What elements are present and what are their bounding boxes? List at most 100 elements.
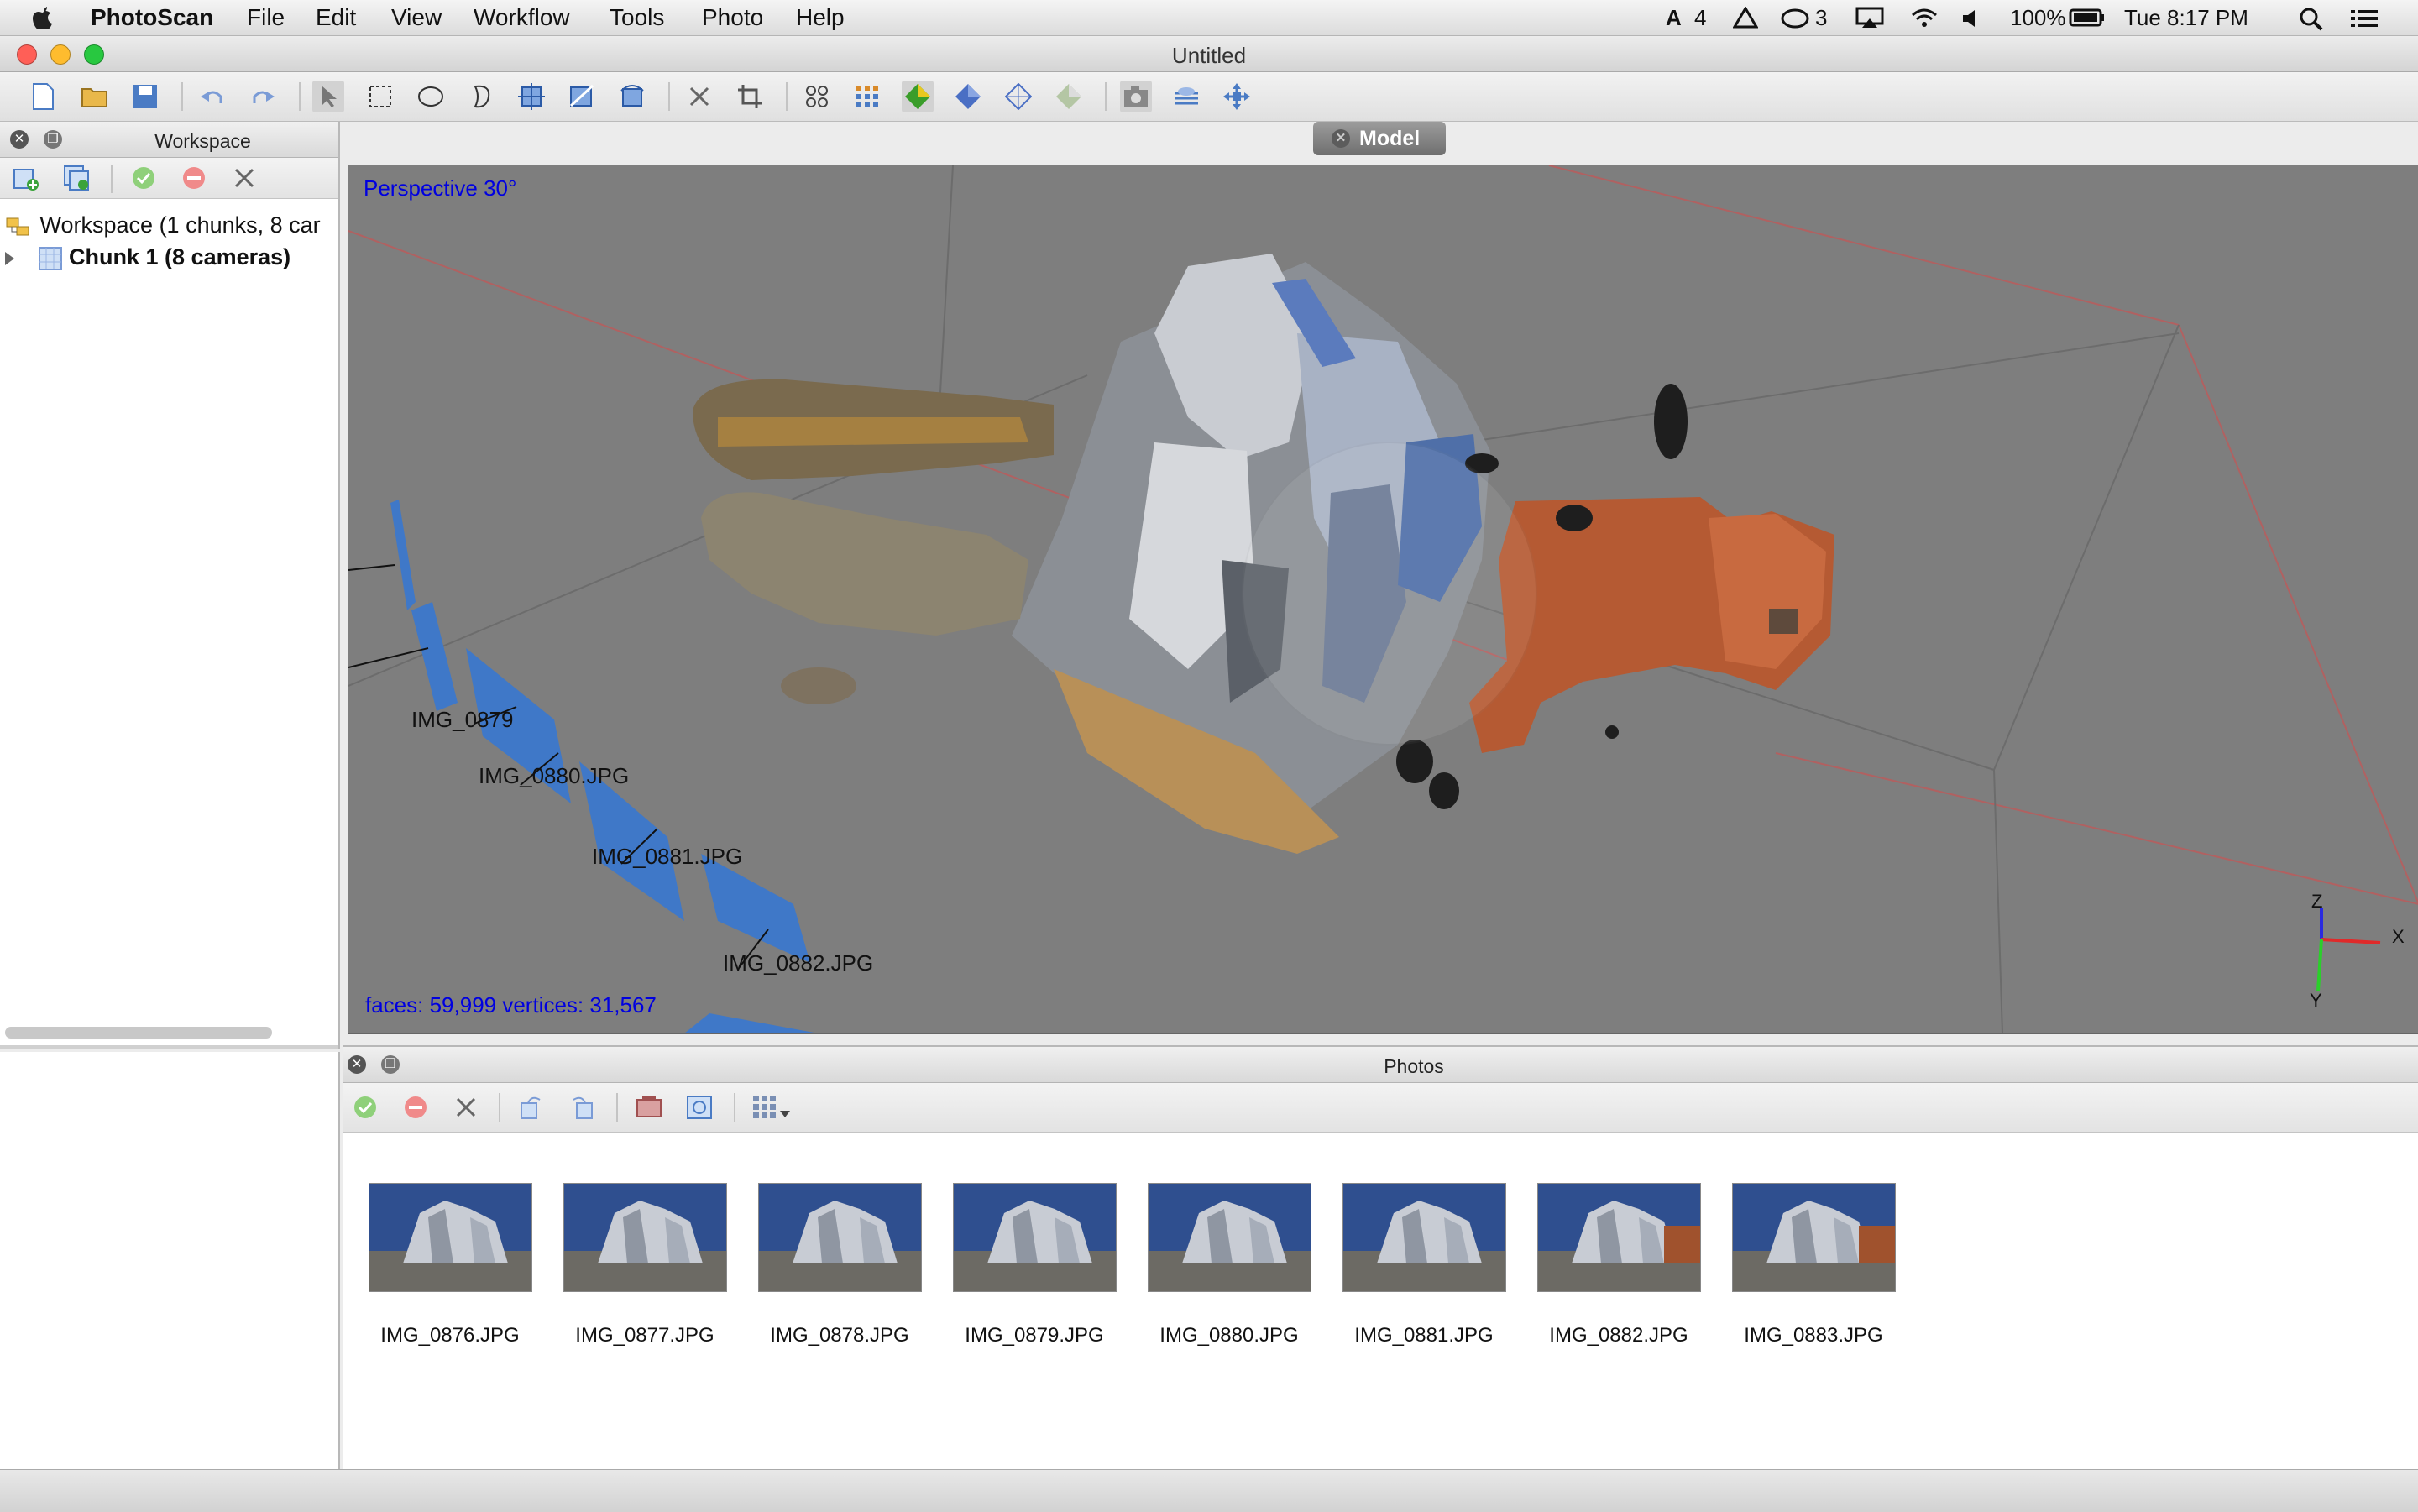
camera-icon[interactable] bbox=[1120, 81, 1152, 112]
photo-thumbnail[interactable] bbox=[1732, 1183, 1896, 1292]
view-mode-icon[interactable] bbox=[749, 1091, 799, 1123]
photo-filename: IMG_0877.JPG bbox=[575, 1324, 714, 1347]
delete-icon[interactable] bbox=[683, 81, 715, 112]
ground-plane-icon[interactable] bbox=[1170, 81, 1202, 112]
menu-photo[interactable]: Photo bbox=[702, 3, 763, 32]
photo-filename: IMG_0882.JPG bbox=[1549, 1324, 1688, 1347]
mask-icon[interactable] bbox=[633, 1091, 665, 1123]
photo-thumbnail[interactable] bbox=[758, 1183, 922, 1292]
menu-file[interactable]: File bbox=[247, 3, 285, 32]
points-icon[interactable] bbox=[801, 81, 833, 112]
new-icon[interactable] bbox=[27, 81, 59, 112]
apple-icon[interactable] bbox=[30, 3, 55, 32]
model-tab-close-icon[interactable]: ✕ bbox=[1332, 129, 1350, 148]
photo-thumbnail[interactable] bbox=[1537, 1183, 1701, 1292]
wireframe-icon[interactable] bbox=[1002, 81, 1034, 112]
pointer-icon[interactable] bbox=[312, 81, 344, 112]
move-region-icon[interactable] bbox=[516, 81, 547, 112]
drive-icon[interactable] bbox=[1733, 7, 1758, 35]
adobe-icon[interactable]: A bbox=[1666, 3, 1682, 32]
photo-thumbnail[interactable] bbox=[1148, 1183, 1311, 1292]
perspective-label: Perspective 30° bbox=[364, 175, 517, 201]
photo-filename: IMG_0881.JPG bbox=[1354, 1324, 1494, 1347]
shaded-model-icon[interactable] bbox=[902, 81, 934, 112]
camera-label[interactable]: IMG_0879 bbox=[411, 707, 513, 733]
textured-icon[interactable] bbox=[1053, 81, 1085, 112]
menu-clock[interactable]: Tue 8:17 PM bbox=[2124, 3, 2248, 32]
add-photos-icon[interactable] bbox=[60, 162, 92, 194]
battery-icon[interactable] bbox=[2069, 8, 2106, 37]
building-photo-image bbox=[1149, 1184, 1311, 1291]
disable-photo-icon[interactable] bbox=[400, 1091, 432, 1123]
rotate-right-icon[interactable] bbox=[566, 1091, 598, 1123]
axis-x-label: X bbox=[2392, 926, 2405, 947]
building-photo-image bbox=[954, 1184, 1116, 1291]
photo-thumbnail[interactable] bbox=[369, 1183, 532, 1292]
expand-arrow-icon[interactable] bbox=[5, 251, 14, 265]
calibration-icon[interactable] bbox=[683, 1091, 715, 1123]
remove-icon[interactable] bbox=[228, 162, 260, 194]
window-title: Untitled bbox=[1171, 43, 1247, 68]
menu-edit[interactable]: Edit bbox=[316, 3, 356, 32]
enable-icon[interactable] bbox=[128, 162, 160, 194]
add-chunk-icon[interactable] bbox=[10, 162, 42, 194]
solid-model-icon[interactable] bbox=[952, 81, 984, 112]
free-select-icon[interactable] bbox=[465, 81, 497, 112]
tree-item-chunk-label: Chunk 1 (8 cameras) bbox=[69, 244, 291, 269]
pane-divider[interactable] bbox=[0, 1045, 338, 1049]
redo-icon[interactable] bbox=[247, 81, 279, 112]
menu-bar: PhotoScan File Edit View Workflow Tools … bbox=[0, 0, 2418, 36]
camera-label[interactable]: IMG_0882.JPG bbox=[723, 950, 873, 976]
dense-cloud-icon[interactable] bbox=[851, 81, 883, 112]
notification-center-icon[interactable] bbox=[2349, 7, 2379, 35]
circle-select-icon[interactable] bbox=[415, 81, 447, 112]
photos-toolbar bbox=[343, 1083, 2418, 1133]
save-icon[interactable] bbox=[129, 81, 161, 112]
resize-region-icon[interactable] bbox=[566, 81, 598, 112]
photos-title: Photos bbox=[1384, 1055, 1444, 1077]
menu-app-name[interactable]: PhotoScan bbox=[91, 3, 213, 32]
workspace-scrollbar[interactable] bbox=[5, 1027, 272, 1039]
tree-item-workspace[interactable]: Workspace (1 chunks, 8 car bbox=[5, 212, 321, 238]
axis-y-label: Y bbox=[2310, 990, 2322, 1011]
workspace-header: ✕ ❐ Workspace bbox=[0, 122, 338, 158]
photo-filename: IMG_0883.JPG bbox=[1744, 1324, 1883, 1347]
photo-thumbnail[interactable] bbox=[1342, 1183, 1506, 1292]
rotate-left-icon[interactable] bbox=[516, 1091, 547, 1123]
menu-help[interactable]: Help bbox=[796, 3, 845, 32]
undo-icon[interactable] bbox=[196, 81, 228, 112]
disable-icon[interactable] bbox=[178, 162, 210, 194]
crop-icon[interactable] bbox=[734, 81, 766, 112]
axis-z-label: Z bbox=[2311, 891, 2323, 912]
cc-count: 3 bbox=[1815, 5, 1828, 30]
model-viewport[interactable]: Perspective 30° faces: 59,999 vertices: … bbox=[348, 165, 2418, 1034]
rotate-region-icon[interactable] bbox=[616, 81, 648, 112]
camera-label[interactable]: IMG_0881.JPG bbox=[592, 844, 742, 870]
camera-label[interactable]: IMG_0880.JPG bbox=[479, 763, 629, 789]
airplay-icon[interactable] bbox=[1855, 7, 1884, 35]
building-photo-image bbox=[564, 1184, 726, 1291]
photos-header: ✕ ❐ Photos bbox=[343, 1047, 2418, 1083]
volume-icon[interactable] bbox=[1961, 8, 1985, 37]
photo-filename: IMG_0876.JPG bbox=[380, 1324, 520, 1347]
workspace-icon bbox=[6, 217, 29, 236]
photo-thumbnail[interactable] bbox=[953, 1183, 1117, 1292]
rect-select-icon[interactable] bbox=[364, 81, 396, 112]
photo-thumbnail[interactable] bbox=[563, 1183, 727, 1292]
enable-photo-icon[interactable] bbox=[349, 1091, 381, 1123]
tree-item-chunk[interactable]: Chunk 1 (8 cameras) bbox=[5, 244, 290, 271]
reset-view-icon[interactable] bbox=[1221, 81, 1253, 112]
open-icon[interactable] bbox=[79, 81, 111, 112]
creative-cloud-icon[interactable] bbox=[1780, 7, 1810, 35]
wifi-icon[interactable] bbox=[1909, 5, 1939, 34]
menu-tools[interactable]: Tools bbox=[610, 3, 664, 32]
spotlight-search-icon[interactable] bbox=[2299, 7, 2324, 35]
menu-workflow[interactable]: Workflow bbox=[474, 3, 570, 32]
chunk-icon bbox=[38, 246, 62, 270]
remove-photo-icon[interactable] bbox=[450, 1091, 482, 1123]
model-tab[interactable]: ✕ Model bbox=[1313, 122, 1446, 155]
tree-item-workspace-label: Workspace (1 chunks, 8 car bbox=[39, 212, 321, 238]
building-photo-image bbox=[1538, 1184, 1700, 1291]
scene-graphics bbox=[348, 165, 2418, 1033]
menu-view[interactable]: View bbox=[391, 3, 442, 32]
